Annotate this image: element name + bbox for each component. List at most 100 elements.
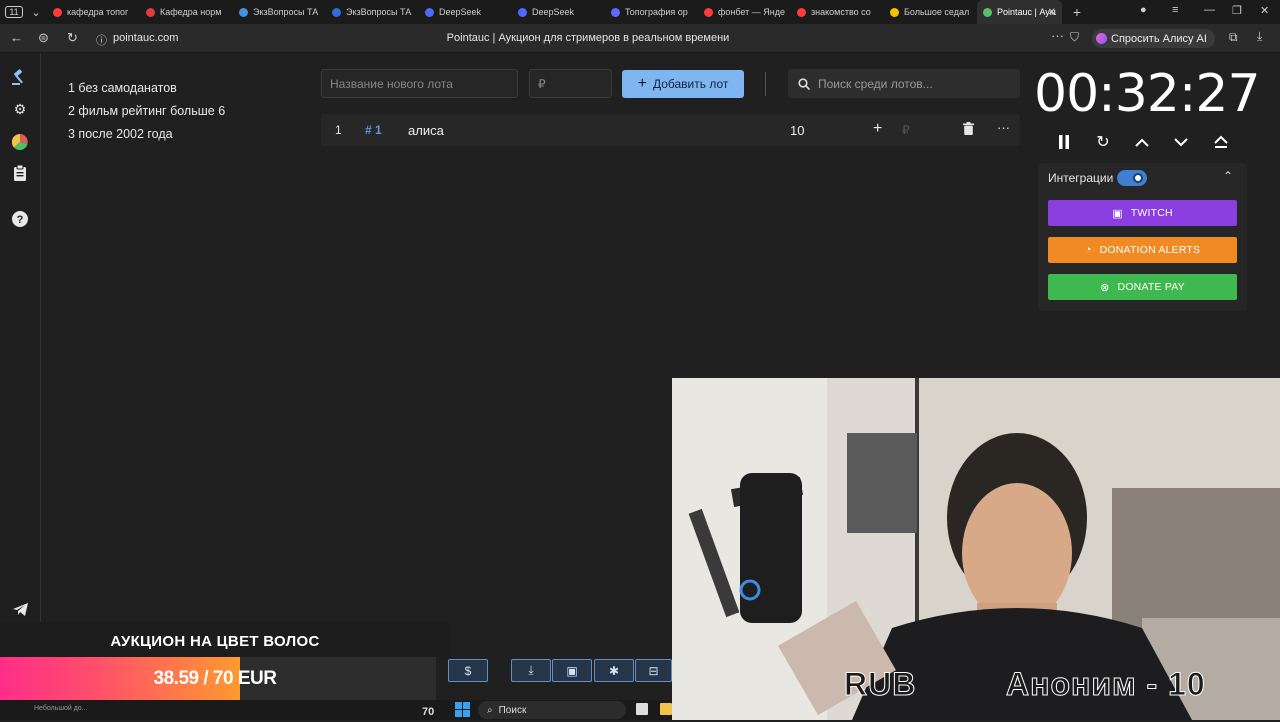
browser-tab-label: Топография ор [625,7,688,17]
tab-favicon-icon [332,7,341,17]
donate-pay-label: DONATE PAY [1117,281,1185,293]
menu-icon[interactable]: ≡ [1172,4,1178,16]
lot-row: 1 # 1 алиса 10 + ₽ ··· [321,114,1020,146]
minimize-icon[interactable]: — [1204,4,1215,16]
browser-tab[interactable]: DeepSeek [512,0,605,24]
help-icon[interactable]: ? [11,210,29,228]
donate-pay-button[interactable]: ⊗ DONATE PAY [1048,274,1237,300]
reset-timer-icon[interactable]: ↻ [1093,132,1113,152]
browser-tab[interactable]: Pointauc | Аукц ✕ [977,0,1062,24]
task-view-icon[interactable] [636,703,648,715]
telegram-icon[interactable] [11,600,29,618]
browser-tab[interactable]: Большое седал [884,0,977,24]
browser-tab[interactable]: знакомство со [791,0,884,24]
new-lot-name-input[interactable]: Название нового лота [321,69,518,98]
chevron-down-icon[interactable]: ⌄ [25,2,47,22]
windows-start-icon[interactable] [455,702,470,722]
taskbar-search-label: Поиск [498,704,527,716]
history-clipboard-icon[interactable] [11,164,29,182]
alisa-icon [1096,33,1107,44]
taskbar-search-icon: ⌕ [487,704,493,716]
browser-tab[interactable]: фонбет — Янде [698,0,791,24]
search-icon [798,77,810,90]
lot-currency-input[interactable]: ₽ [902,123,910,137]
browser-tab-strip: 11 ⌄ кафедра топог Кафедра норм ЭкзВопросы… [0,0,1280,24]
chevron-up-icon[interactable] [1132,132,1152,152]
address-bar: ← ⊜ ↻ ⓘ pointauc.com Pointauc | Аукцион … [0,24,1280,53]
more-options-icon[interactable]: ··· [997,120,1010,135]
overlay-auction-title: АУКЦИОН НА ЦВЕТ ВОЛОС [110,633,320,650]
file-explorer-icon[interactable] [660,703,672,715]
lot-name[interactable]: алиса [408,123,444,138]
tab-favicon-icon [425,7,434,17]
auction-gavel-icon[interactable] [11,68,29,86]
browser-tab-label: знакомство со [811,7,871,17]
donation-ticker-donor: Аноним - 10 [1006,666,1206,703]
profile-icon[interactable]: ● [1140,4,1147,16]
tab-count-icon[interactable]: 11 [3,2,25,22]
rule-item: 1 без самоданатов [68,81,177,95]
overlay-footer-right: 70 [422,706,435,718]
lot-search-input[interactable]: Поиск среди лотов... [788,69,1020,98]
bookmark-icon[interactable]: ⛉ [1070,30,1079,45]
page-title: Pointauc | Аукцион для стримеров в реаль… [446,32,730,44]
donate-pay-icon: ⊗ [1100,281,1110,294]
donation-ticker-currency: RUB [843,666,917,703]
browser-tab-label: Большое седал [904,7,970,17]
integrations-toggle[interactable] [1117,170,1147,186]
pause-icon[interactable] [1054,132,1074,152]
donation-alerts-button[interactable]: ◔ DONATION ALERTS [1048,237,1237,263]
browser-tab-label: кафедра топог [67,7,129,17]
ask-alisa-label: Спросить Алису AI [1111,32,1207,45]
tab-favicon-icon [890,7,899,17]
collapse-chevron-icon[interactable]: ⌃ [1223,169,1233,183]
svg-text:?: ? [17,214,24,226]
maximize-icon[interactable]: ❐ [1232,4,1242,17]
lot-rank: 1 [335,123,342,137]
browser-tab-label: DeepSeek [439,7,482,17]
dollar-icon[interactable]: $ [448,659,488,682]
browser-tab[interactable]: Топография ор [605,0,698,24]
rule-item: 3 после 2002 года [68,127,173,141]
bug-icon[interactable]: ✱ [594,659,634,682]
browser-tab[interactable]: DeepSeek [419,0,512,24]
more-icon[interactable]: ··· [1051,28,1064,43]
download-lots-icon[interactable]: ⤓ [511,659,551,682]
close-tab-icon[interactable]: ✕ [1048,7,1056,18]
double-chevron-up-icon[interactable] [1211,132,1231,152]
ask-alisa-button[interactable]: Спросить Алису AI [1092,29,1215,48]
add-lot-label: Добавить лот [652,77,729,91]
app-sidebar: ⚙ ? [0,53,41,720]
add-lot-button[interactable]: + Добавить лот [622,70,744,98]
browser-tab[interactable]: кафедра топог [47,0,140,24]
chevron-down-icon[interactable] [1171,132,1191,152]
collections-icon[interactable]: ⧉ [1229,30,1238,45]
browser-tab-label: ЭкзВопросы ТА [346,7,412,17]
lot-amount: 10 [790,123,805,138]
trash-icon[interactable] [963,122,974,138]
donation-alerts-icon: ◔ [1084,244,1092,256]
twitch-label: TWITCH [1130,207,1173,219]
new-lot-amount-input[interactable]: ₽ [529,69,612,98]
browser-tab-label: Кафедра норм [160,7,222,17]
wheel-icon[interactable] [11,133,29,151]
integrations-label: Интеграции [1048,171,1114,185]
browser-tab[interactable]: Кафедра норм [140,0,233,24]
taskbar: Небольшой до... 70 ⌕ Поиск [0,700,672,720]
tab-favicon-icon [146,7,155,17]
add-to-lot-icon[interactable]: + [873,120,882,138]
overlay-footer-left: Небольшой до... [34,705,88,712]
download-icon[interactable]: ⤓ [1257,29,1262,44]
delete-all-icon[interactable]: ⊟ [635,659,672,682]
tab-favicon-icon [797,7,806,17]
close-icon[interactable]: ✕ [1260,4,1269,17]
new-tab-icon[interactable]: + [1066,2,1088,22]
auction-timer: 00:32:27 [1034,64,1261,124]
twitch-button[interactable]: ▣ TWITCH [1048,200,1237,226]
toolbar-divider [765,72,766,96]
save-icon[interactable]: ▣ [552,659,592,682]
browser-tab[interactable]: ЭкзВопросы ТА [326,0,419,24]
browser-tab[interactable]: ЭкзВопросы ТА [233,0,326,24]
taskbar-search[interactable]: ⌕ Поиск [478,701,626,719]
settings-gear-icon[interactable]: ⚙ [11,100,29,118]
